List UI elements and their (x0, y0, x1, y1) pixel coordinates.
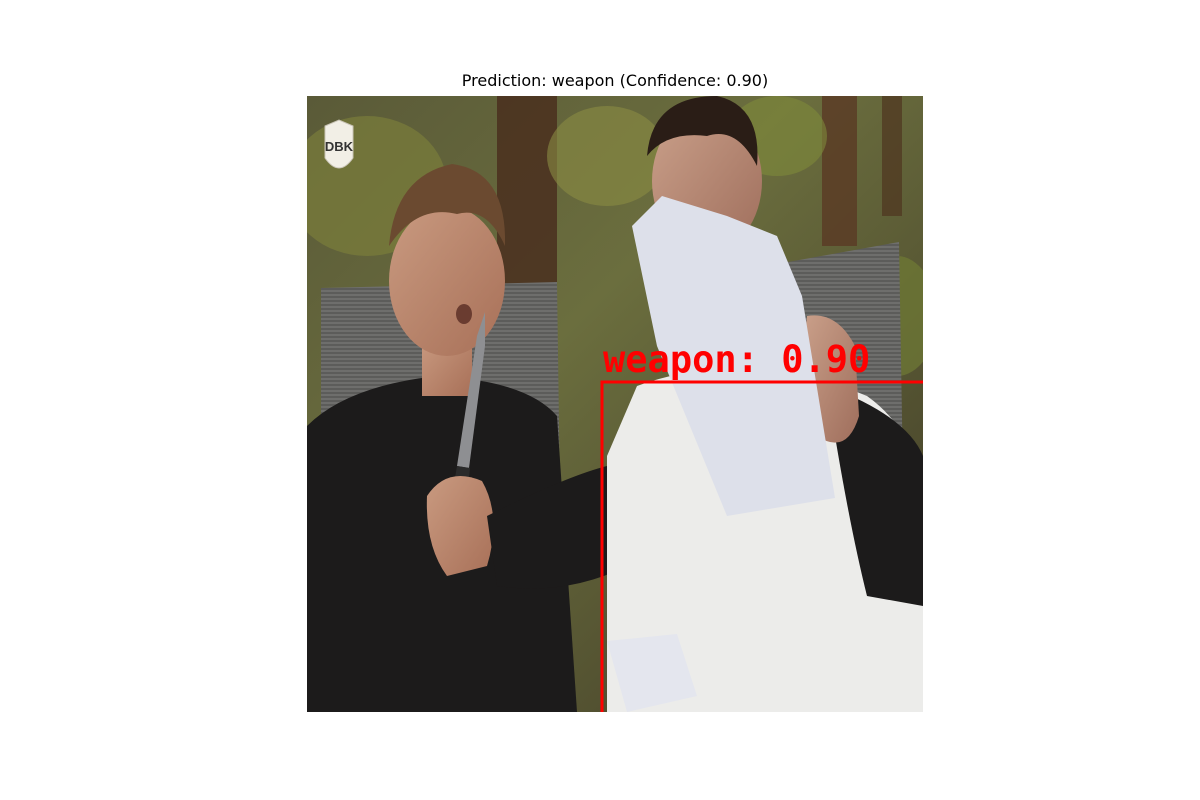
prediction-image: DBK weapon: 0.90 (307, 96, 923, 712)
tree-trunk (882, 96, 902, 216)
detection-label: weapon: 0.90 (603, 338, 870, 381)
tree-trunk (822, 96, 857, 246)
foliage (547, 106, 667, 206)
photo-canvas: DBK weapon: 0.90 (307, 96, 923, 712)
tree-trunk (497, 96, 557, 296)
figure-title: Prediction: weapon (Confidence: 0.90) (461, 71, 769, 90)
watermark-text: DBK (325, 139, 354, 154)
watermark-logo: DBK (324, 119, 354, 169)
